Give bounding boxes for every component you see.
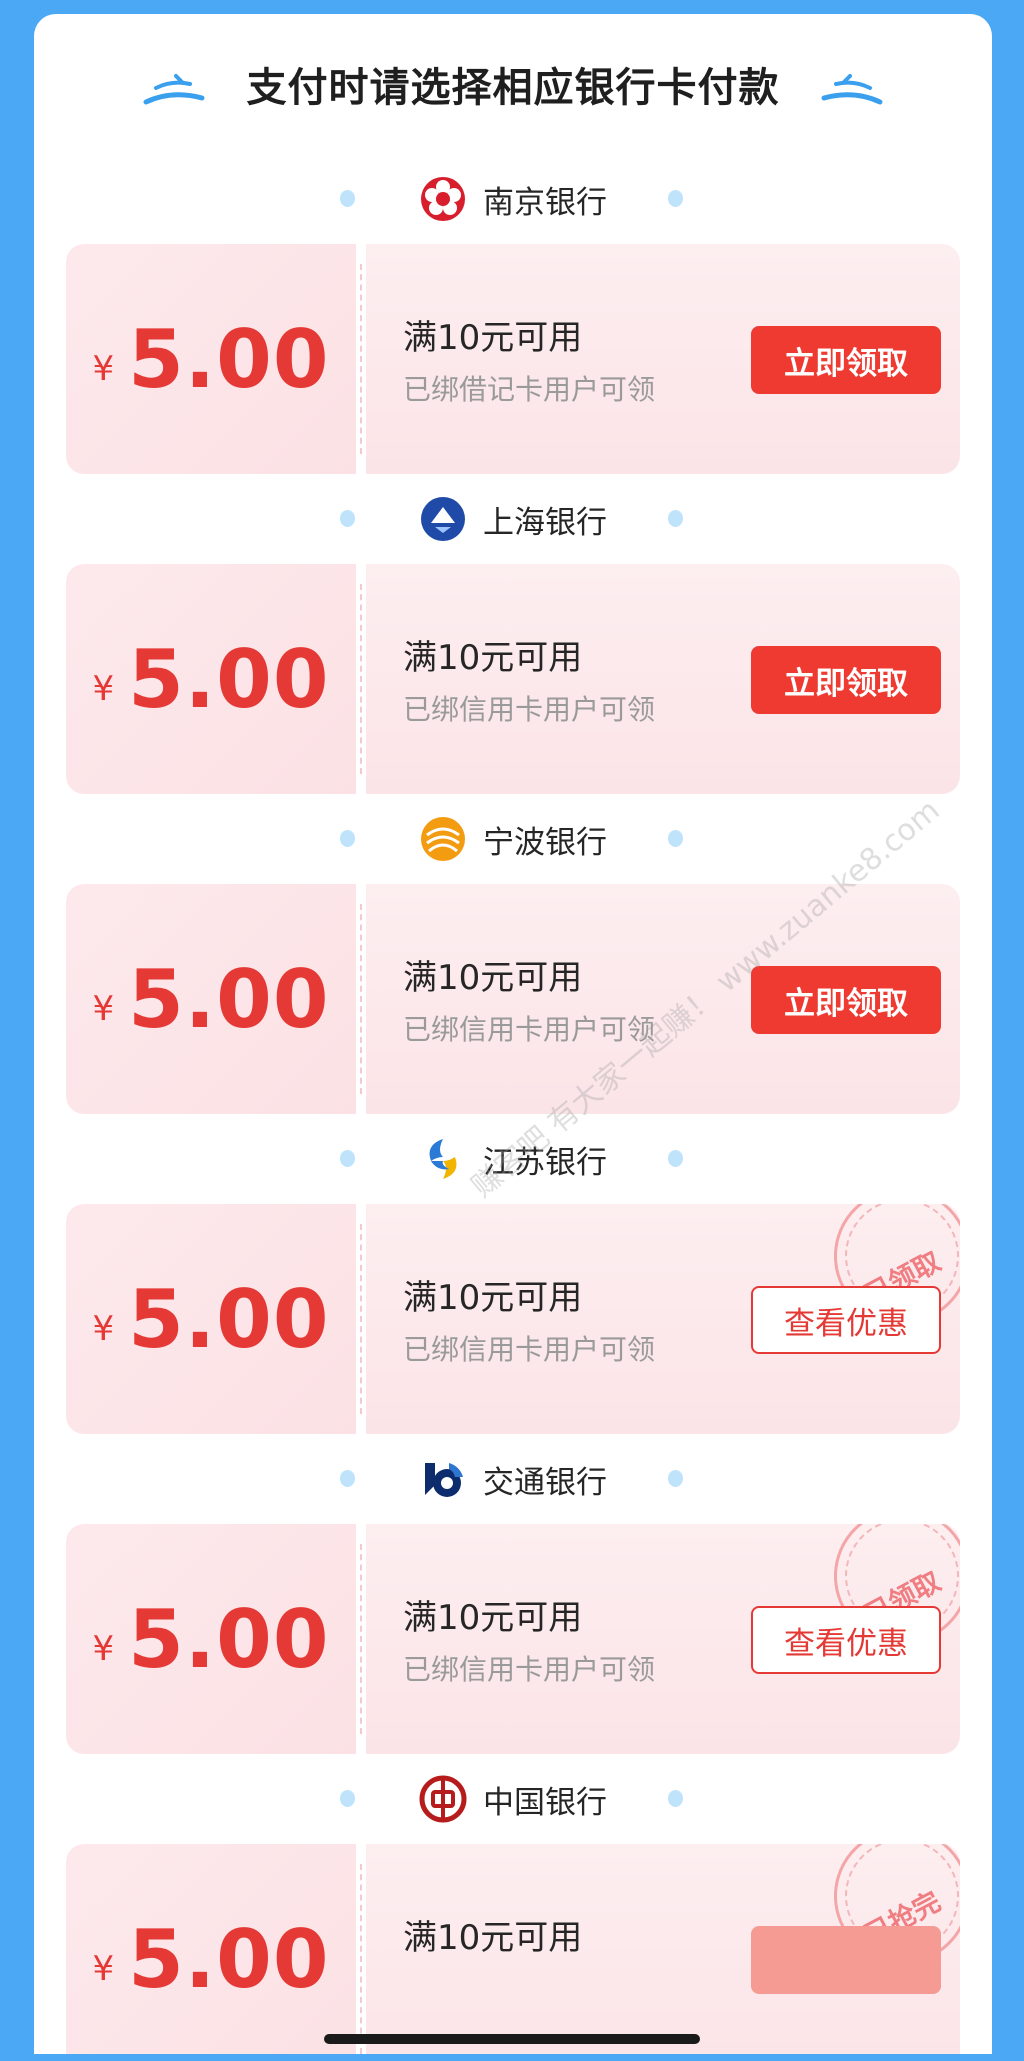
claim-button[interactable]: 立即领取 — [751, 326, 941, 394]
decor-dot — [668, 830, 683, 847]
claim-button-disabled — [751, 1926, 941, 1994]
decor-dot — [340, 1790, 355, 1807]
coupon-amount: 5.00 — [128, 952, 330, 1046]
coupon-detail-area: 满10元可用 已绑信用卡用户可领 立即领取 — [366, 564, 960, 794]
coupon-amount: 5.00 — [128, 1272, 330, 1366]
splash-right-icon — [821, 74, 883, 105]
coupon-eligibility: 已绑借记卡用户可领 — [403, 373, 656, 406]
currency-symbol: ¥ — [92, 1309, 115, 1349]
coupon-panel: 支付时请选择相应银行卡付款 南京银行 ¥ 5.00 满10元可用 已绑借记卡用户… — [34, 14, 992, 2054]
coupon-detail-area: 已领取 满10元可用 已绑信用卡用户可领 查看优惠 — [366, 1204, 960, 1434]
bank-name: 宁波银行 — [483, 824, 607, 861]
ningbo-bank-icon — [421, 817, 465, 861]
shanghai-bank-icon — [421, 497, 465, 541]
coupon-condition: 满10元可用 — [403, 1918, 583, 1958]
currency-symbol: ¥ — [92, 1949, 115, 1989]
decor-dot — [668, 190, 683, 207]
bank-section-jiangsu: 江苏银行 ¥ 5.00 已领取 满10元可用 已绑信用卡用户可领 查看优惠 — [34, 1114, 992, 1434]
coupon-detail-area: 已领取 满10元可用 已绑信用卡用户可领 查看优惠 — [366, 1524, 960, 1754]
bank-name: 中国银行 — [483, 1784, 607, 1821]
coupon-divider — [356, 1844, 366, 2054]
bank-section-ningbo: 宁波银行 ¥ 5.00 满10元可用 已绑信用卡用户可领 立即领取 — [34, 794, 992, 1114]
bank-section-shanghai: 上海银行 ¥ 5.00 满10元可用 已绑信用卡用户可领 立即领取 — [34, 474, 992, 794]
bank-header: 南京银行 — [34, 154, 992, 244]
bank-name: 江苏银行 — [483, 1144, 607, 1181]
bank-header: 中国银行 — [34, 1754, 992, 1844]
coupon-amount: 5.00 — [128, 632, 330, 726]
coupon-detail-area: 满10元可用 已绑借记卡用户可领 立即领取 — [366, 244, 960, 474]
coupon-condition: 满10元可用 — [403, 638, 583, 678]
claim-button[interactable]: 立即领取 — [751, 966, 941, 1034]
currency-symbol: ¥ — [92, 989, 115, 1029]
home-indicator[interactable] — [324, 2034, 700, 2044]
decor-dot — [340, 1150, 355, 1167]
bank-name: 南京银行 — [483, 184, 607, 221]
decor-dot — [340, 1470, 355, 1487]
coupon-condition: 满10元可用 — [403, 1598, 583, 1638]
claim-button[interactable]: 立即领取 — [751, 646, 941, 714]
currency-symbol: ¥ — [92, 669, 115, 709]
coupon-condition: 满10元可用 — [403, 318, 583, 358]
currency-symbol: ¥ — [92, 349, 115, 389]
bank-header: 江苏银行 — [34, 1114, 992, 1204]
decor-dot — [668, 1470, 683, 1487]
coupon-divider — [356, 1204, 366, 1434]
coupon-eligibility: 已绑信用卡用户可领 — [403, 693, 656, 726]
bank-header: 宁波银行 — [34, 794, 992, 884]
bank-section-nanjing: 南京银行 ¥ 5.00 满10元可用 已绑借记卡用户可领 立即领取 — [34, 154, 992, 474]
splash-left-icon — [143, 74, 205, 105]
coupon-card: ¥ 5.00 满10元可用 已绑借记卡用户可领 立即领取 — [66, 244, 960, 474]
page-title: 支付时请选择相应银行卡付款 — [246, 65, 780, 111]
coupon-divider — [356, 564, 366, 794]
coupon-divider — [356, 884, 366, 1114]
decor-dot — [668, 1150, 683, 1167]
view-offer-button[interactable]: 查看优惠 — [751, 1286, 941, 1354]
coupon-condition: 满10元可用 — [403, 1278, 583, 1318]
coupon-amount: 5.00 — [128, 312, 330, 406]
coupon-detail-area: 满10元可用 已绑信用卡用户可领 立即领取 — [366, 884, 960, 1114]
decor-dot — [668, 1790, 683, 1807]
coupon-card: ¥ 5.00 满10元可用 已绑信用卡用户可领 立即领取 — [66, 884, 960, 1114]
coupon-condition: 满10元可用 — [403, 958, 583, 998]
bank-name: 交通银行 — [483, 1464, 607, 1501]
decor-dot — [340, 190, 355, 207]
coupon-divider — [356, 244, 366, 474]
jiangsu-bank-icon — [429, 1139, 457, 1179]
coupon-amount-area: ¥ 5.00 — [66, 1524, 356, 1754]
decor-dot — [340, 830, 355, 847]
currency-symbol: ¥ — [92, 1629, 115, 1669]
coupon-card: ¥ 5.00 已领取 满10元可用 已绑信用卡用户可领 查看优惠 — [66, 1524, 960, 1754]
view-offer-button[interactable]: 查看优惠 — [751, 1606, 941, 1674]
coupon-detail-area: 已抢完 满10元可用 — [366, 1844, 960, 2054]
coupon-amount-area: ¥ 5.00 — [66, 1844, 356, 2054]
coupon-eligibility: 已绑信用卡用户可领 — [403, 1013, 656, 1046]
bank-header: 上海银行 — [34, 474, 992, 564]
coupon-card: ¥ 5.00 满10元可用 已绑信用卡用户可领 立即领取 — [66, 564, 960, 794]
coupon-amount-area: ¥ 5.00 — [66, 244, 356, 474]
nanjing-bank-flower-icon — [421, 177, 465, 221]
coupon-amount-area: ¥ 5.00 — [66, 1204, 356, 1434]
coupon-eligibility: 已绑信用卡用户可领 — [403, 1653, 656, 1686]
coupon-divider — [356, 1524, 366, 1754]
coupon-amount: 5.00 — [128, 1592, 330, 1686]
coupon-card: ¥ 5.00 已领取 满10元可用 已绑信用卡用户可领 查看优惠 — [66, 1204, 960, 1434]
decor-dot — [668, 510, 683, 527]
bank-name: 上海银行 — [483, 504, 607, 541]
bankcomm-icon — [425, 1463, 463, 1497]
bank-section-bankcomm: 交通银行 ¥ 5.00 已领取 满10元可用 已绑信用卡用户可领 查看优惠 — [34, 1434, 992, 1754]
bank-header: 交通银行 — [34, 1434, 992, 1524]
coupon-card: ¥ 5.00 已抢完 满10元可用 — [66, 1844, 960, 2054]
coupon-amount-area: ¥ 5.00 — [66, 564, 356, 794]
coupon-amount-area: ¥ 5.00 — [66, 884, 356, 1114]
bank-section-boc: 中国银行 ¥ 5.00 已抢完 满10元可用 — [34, 1754, 992, 2054]
decor-dot — [340, 510, 355, 527]
coupon-amount: 5.00 — [128, 1912, 330, 2006]
bank-of-china-icon — [419, 1775, 467, 1823]
coupon-eligibility: 已绑信用卡用户可领 — [403, 1333, 656, 1366]
panel-header: 支付时请选择相应银行卡付款 — [34, 14, 992, 154]
